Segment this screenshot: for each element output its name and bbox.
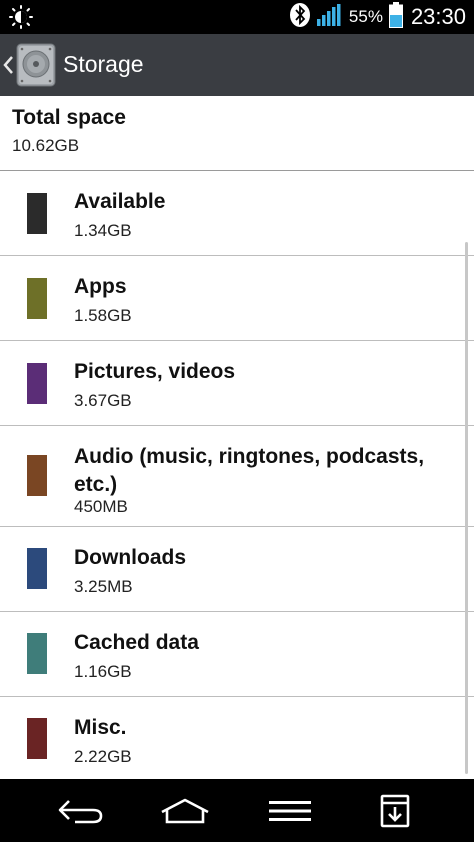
- category-label: Pictures, videos: [74, 360, 236, 383]
- total-space-value: 10.62GB: [12, 136, 80, 155]
- color-swatch: [27, 718, 47, 759]
- battery-icon: [388, 1, 403, 33]
- category-size: 3.67GB: [74, 391, 132, 410]
- list-item-audio[interactable]: Audio (music, ringtones, podcasts, etc.)…: [0, 426, 474, 527]
- category-label: Downloads: [74, 546, 187, 569]
- bluetooth-icon: [289, 2, 311, 33]
- category-label: Apps: [74, 275, 127, 298]
- action-bar: Storage: [0, 34, 474, 96]
- notification-drawer-icon[interactable]: [355, 779, 435, 842]
- clock: 23:30: [410, 4, 466, 29]
- list-item-downloads[interactable]: Downloads 3.25MB: [0, 527, 474, 612]
- signal-icon: [316, 3, 343, 31]
- color-swatch: [27, 633, 47, 674]
- list-item-apps[interactable]: Apps 1.58GB: [0, 256, 474, 341]
- color-swatch: [27, 455, 47, 496]
- color-swatch: [27, 193, 47, 234]
- total-space-header: Total space 10.62GB: [0, 96, 474, 171]
- back-chevron-icon[interactable]: [2, 54, 14, 76]
- category-size: 450MB: [74, 497, 128, 516]
- list-item-available[interactable]: Available 1.34GB: [0, 171, 474, 256]
- scrollbar[interactable]: [465, 242, 468, 774]
- page-title: Storage: [63, 51, 144, 77]
- brightness-icon: [8, 5, 34, 29]
- battery-percent: 55%: [348, 7, 383, 26]
- list-item-cached-data[interactable]: Cached data 1.16GB: [0, 612, 474, 697]
- color-swatch: [27, 548, 47, 589]
- home-icon[interactable]: [145, 779, 225, 842]
- total-space-label: Total space: [12, 106, 126, 129]
- back-icon[interactable]: [40, 779, 120, 842]
- category-size: 1.34GB: [74, 221, 132, 240]
- menu-icon[interactable]: [250, 779, 330, 842]
- category-label: Available: [74, 190, 166, 213]
- category-label: Cached data: [74, 631, 199, 654]
- storage-category-list: Available 1.34GB Apps 1.58GB Pictures, v…: [0, 171, 474, 779]
- status-bar: 55% 23:30: [0, 0, 474, 34]
- category-size: 1.58GB: [74, 306, 132, 325]
- list-item-misc[interactable]: Misc. 2.22GB: [0, 697, 474, 779]
- navigation-bar: [0, 779, 474, 842]
- category-size: 3.25MB: [74, 577, 133, 596]
- category-label: Audio (music, ringtones, podcasts, etc.): [74, 445, 425, 496]
- category-size: 1.16GB: [74, 662, 132, 681]
- color-swatch: [27, 363, 47, 404]
- category-size: 2.22GB: [74, 747, 132, 766]
- category-label: Misc.: [74, 716, 127, 739]
- color-swatch: [27, 278, 47, 319]
- storage-app-icon[interactable]: [16, 43, 56, 87]
- list-item-pictures-videos[interactable]: Pictures, videos 3.67GB: [0, 341, 474, 426]
